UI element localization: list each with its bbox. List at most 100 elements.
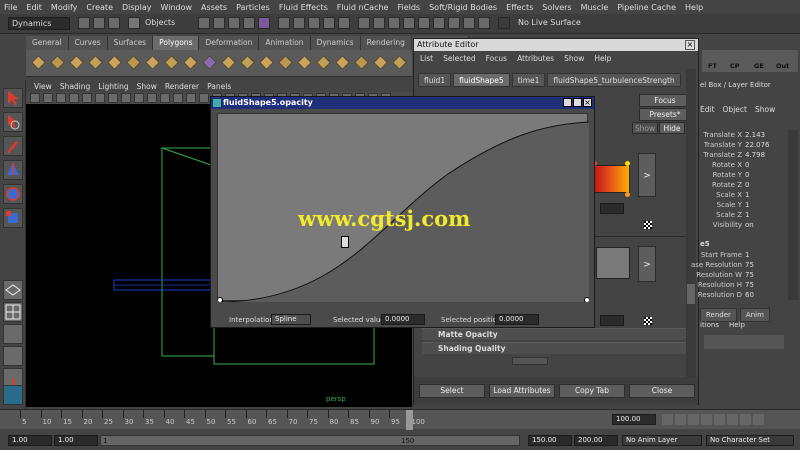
ae-menu-list[interactable]: List — [420, 54, 433, 63]
polygon-primitive-icon[interactable] — [334, 54, 351, 71]
copy-tab-button[interactable]: Copy Tab — [559, 384, 625, 398]
polygon-primitive-icon[interactable] — [30, 54, 47, 71]
ae-tab-3[interactable]: fluidShape5_turbulenceStrength — [547, 73, 681, 87]
render-icon[interactable] — [403, 17, 415, 29]
channel-value[interactable]: 1 — [745, 200, 749, 210]
go-to-end-icon[interactable] — [753, 414, 764, 425]
color-ramp[interactable] — [594, 165, 630, 193]
polygon-primitive-icon[interactable] — [87, 54, 104, 71]
pick-mask-icon[interactable] — [213, 17, 225, 29]
cp-icon[interactable]: CP — [730, 62, 740, 70]
range-slider[interactable]: 1 150 — [100, 435, 520, 446]
viewport-tool-icon[interactable] — [82, 93, 92, 103]
step-forward-icon[interactable] — [740, 414, 751, 425]
polygon-primitive-icon[interactable] — [49, 54, 66, 71]
focus-button[interactable]: Focus — [639, 94, 691, 107]
paint-tool-icon[interactable] — [3, 136, 23, 156]
time-slider[interactable]: 5 10 15 20 25 30 35 40 45 50 55 60 65 70 75 80 85 90 95 100… — [0, 409, 800, 430]
ae-menu-help[interactable]: Help — [594, 54, 611, 63]
play-forward-icon[interactable] — [714, 414, 725, 425]
out-icon[interactable]: Out — [776, 62, 789, 70]
render-icon[interactable] — [433, 17, 445, 29]
layer-menu-options[interactable]: itions — [700, 321, 719, 329]
menu-edit[interactable]: Edit — [26, 3, 42, 12]
render-icon[interactable] — [463, 17, 475, 29]
menu-effects[interactable]: Effects — [506, 3, 533, 12]
lasso-tool-icon[interactable] — [3, 112, 23, 132]
new-scene-icon[interactable] — [78, 17, 90, 29]
viewport-menu-panels[interactable]: Panels — [207, 82, 231, 91]
viewport-tool-icon[interactable] — [108, 93, 118, 103]
close-icon[interactable]: × — [583, 98, 592, 107]
viewport-tool-icon[interactable] — [95, 93, 105, 103]
anim-layer-dropdown[interactable]: No Anim Layer — [622, 435, 702, 446]
channel-row[interactable]: Visibility on — [700, 220, 786, 230]
menu-pipeline-cache[interactable]: Pipeline Cache — [617, 3, 676, 12]
map-icon[interactable] — [644, 221, 652, 229]
presets-button[interactable]: Presets* — [639, 108, 691, 121]
history-icon[interactable] — [358, 17, 370, 29]
pick-mask-icon[interactable] — [198, 17, 210, 29]
viewport-tool-icon[interactable] — [147, 93, 157, 103]
cb-menu-object[interactable]: Object — [723, 105, 747, 114]
load-attributes-button[interactable]: Load Attributes — [489, 384, 555, 398]
ae-menu-selected[interactable]: Selected — [443, 54, 476, 63]
step-forward-key-icon[interactable] — [727, 414, 738, 425]
menu-modify[interactable]: Modify — [51, 3, 78, 12]
viewport-tool-icon[interactable] — [69, 93, 79, 103]
channel-row[interactable]: Resolution W 75 — [696, 270, 786, 280]
polygon-primitive-icon[interactable] — [391, 54, 408, 71]
layout-four-icon[interactable] — [3, 302, 23, 322]
menu-assets[interactable]: Assets — [201, 3, 227, 12]
channel-row[interactable]: Translate Y 22.076 — [700, 140, 786, 150]
map-icon[interactable] — [644, 317, 652, 325]
opacity-interp-dropdown[interactable] — [600, 315, 624, 326]
render-icon[interactable] — [478, 17, 490, 29]
render-icon[interactable] — [388, 17, 400, 29]
select-tool-icon[interactable] — [3, 88, 23, 108]
viewport-tool-icon[interactable] — [186, 93, 196, 103]
viewport-tool-icon[interactable] — [160, 93, 170, 103]
menu-help[interactable]: Help — [685, 3, 703, 12]
scale-tool-icon[interactable] — [3, 208, 23, 228]
shelf-tab-animation[interactable]: Animation — [259, 36, 311, 50]
channel-value[interactable]: 1 — [745, 210, 749, 220]
ramp-marker[interactable] — [625, 161, 630, 166]
move-tool-icon[interactable] — [3, 160, 23, 180]
polygon-primitive-icon[interactable] — [372, 54, 389, 71]
interpolation-dropdown[interactable]: Spline — [271, 314, 311, 325]
cb-menu-show[interactable]: Show — [755, 105, 775, 114]
channel-value[interactable]: 0 — [745, 180, 749, 190]
playback-end-field[interactable]: 150.00 — [528, 435, 572, 446]
pick-mask-icon[interactable] — [258, 17, 270, 29]
opacity-ramp-preview[interactable] — [596, 247, 630, 279]
history-icon[interactable] — [373, 17, 385, 29]
play-back-icon[interactable] — [701, 414, 712, 425]
scroll-handle[interactable] — [512, 357, 548, 365]
ae-menu-focus[interactable]: Focus — [486, 54, 507, 63]
section-shading-quality[interactable]: Shading Quality — [422, 342, 694, 354]
channel-value[interactable]: 0 — [745, 160, 749, 170]
viewport-menu-renderer[interactable]: Renderer — [165, 82, 199, 91]
character-set-dropdown[interactable]: No Character Set — [706, 435, 794, 446]
shelf-tab-rendering[interactable]: Rendering — [360, 36, 412, 50]
channel-value[interactable]: 22.076 — [745, 140, 770, 150]
polygon-primitive-icon[interactable] — [277, 54, 294, 71]
rotate-tool-icon[interactable] — [3, 184, 23, 204]
shelf-tab-polygons[interactable]: Polygons — [153, 36, 200, 50]
ae-tab-1[interactable]: fluidShape5 — [453, 73, 510, 87]
channel-row[interactable]: Rotate Z0 — [700, 180, 786, 190]
menu-set-dropdown[interactable]: Dynamics — [8, 17, 70, 30]
selected-value-field[interactable]: 0.0000 — [381, 314, 425, 325]
viewport-tool-icon[interactable] — [173, 93, 183, 103]
viewport-tool-icon[interactable] — [121, 93, 131, 103]
menu-fields[interactable]: Fields — [397, 3, 420, 12]
step-back-icon[interactable] — [675, 414, 686, 425]
anim-end-field[interactable]: 200.00 — [574, 435, 618, 446]
viewport-tool-icon[interactable] — [56, 93, 66, 103]
channel-row[interactable]: Translate X 2.143 — [700, 130, 786, 140]
close-button[interactable]: Close — [629, 384, 695, 398]
snap-surface-icon[interactable] — [338, 17, 350, 29]
open-scene-icon[interactable] — [93, 17, 105, 29]
polygon-primitive-icon[interactable] — [258, 54, 275, 71]
